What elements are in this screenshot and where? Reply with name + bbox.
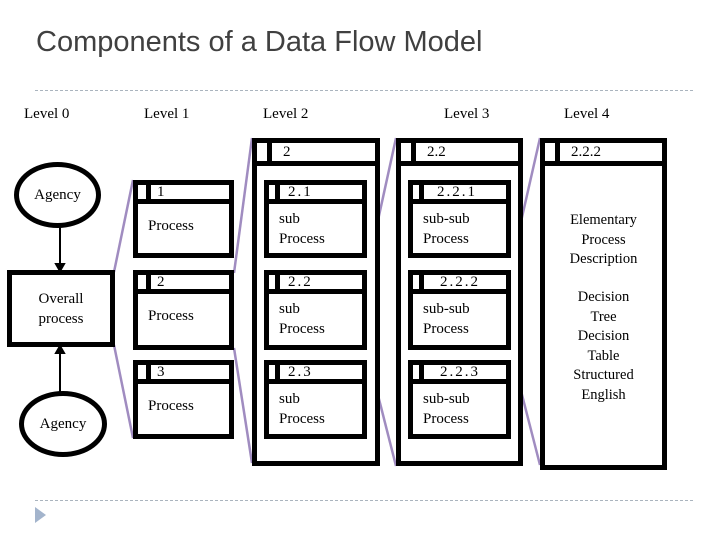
technique-list-label: Decision Tree Decision Table Structured … (573, 289, 634, 403)
zoom-line-l0-l1-top (112, 179, 135, 273)
process-number: 2 (157, 275, 167, 290)
level3-subsubprocess-3: 2.2.3 sub-sub Process (408, 360, 511, 439)
process-number: 2.2.2 (440, 275, 480, 290)
process-number: 2.2.1 (437, 185, 477, 200)
agency-source-ellipse: Agency (14, 162, 101, 228)
level1-process-1: 1 Process (133, 180, 234, 258)
process-label: sub-sub Process (423, 391, 470, 427)
zoom-line-l1-l2-top (232, 137, 254, 274)
level-3-label: Level 3 (444, 106, 490, 122)
process-label: sub-sub Process (423, 211, 470, 247)
process-label: sub Process (279, 211, 325, 247)
level4-elementary-box: 2.2.2 Elementary Process Description Dec… (540, 138, 667, 470)
slide-title: Components of a Data Flow Model (36, 26, 483, 58)
title-divider (35, 90, 693, 91)
level3-subsubprocess-2: 2.2.2 sub-sub Process (408, 270, 511, 350)
agency-sink-label: Agency (39, 415, 87, 432)
level3-subsubprocess-1: 2.2.1 sub-sub Process (408, 180, 511, 258)
arrow-head-up-icon (54, 343, 66, 354)
process-number: 2.2.3 (440, 365, 480, 380)
zoom-line-l1-l2-bottom (232, 347, 254, 464)
footer-divider (35, 500, 693, 501)
process-label: sub Process (279, 391, 325, 427)
process-label: Process (148, 398, 194, 414)
agency-source-label: Agency (34, 186, 81, 203)
level1-process-3: 3 Process (133, 360, 234, 439)
elementary-description-label: Elementary Process Description (569, 212, 638, 267)
overall-process-box: Overall process (7, 270, 115, 347)
process-label: Process (148, 308, 194, 324)
level-0-label: Level 0 (24, 106, 70, 122)
level-1-label: Level 1 (144, 106, 190, 122)
level4-number: 2.2.2 (571, 144, 601, 160)
level1-process-2: 2 Process (133, 270, 234, 350)
zoom-line-l0-l1-bottom (112, 344, 135, 439)
level2-subprocess-3: 2.3 sub Process (264, 360, 367, 439)
level2-subprocess-2: 2.2 sub Process (264, 270, 367, 350)
level-2-label: Level 2 (263, 106, 309, 122)
process-number: 1 (157, 185, 167, 200)
process-label: sub Process (279, 301, 325, 337)
level3-number: 2.2 (427, 144, 446, 160)
process-number: 2.1 (288, 185, 313, 200)
process-label: Process (148, 218, 194, 234)
level-4-label: Level 4 (564, 106, 610, 122)
process-number: 3 (157, 365, 167, 380)
level2-number: 2 (283, 144, 291, 160)
overall-process-label: Overall process (38, 290, 84, 327)
process-number: 2.2 (288, 275, 313, 290)
agency-sink-ellipse: Agency (19, 391, 107, 457)
process-number: 2.3 (288, 365, 313, 380)
level2-subprocess-1: 2.1 sub Process (264, 180, 367, 258)
bullet-arrow-icon (35, 507, 46, 523)
process-label: sub-sub Process (423, 301, 470, 337)
